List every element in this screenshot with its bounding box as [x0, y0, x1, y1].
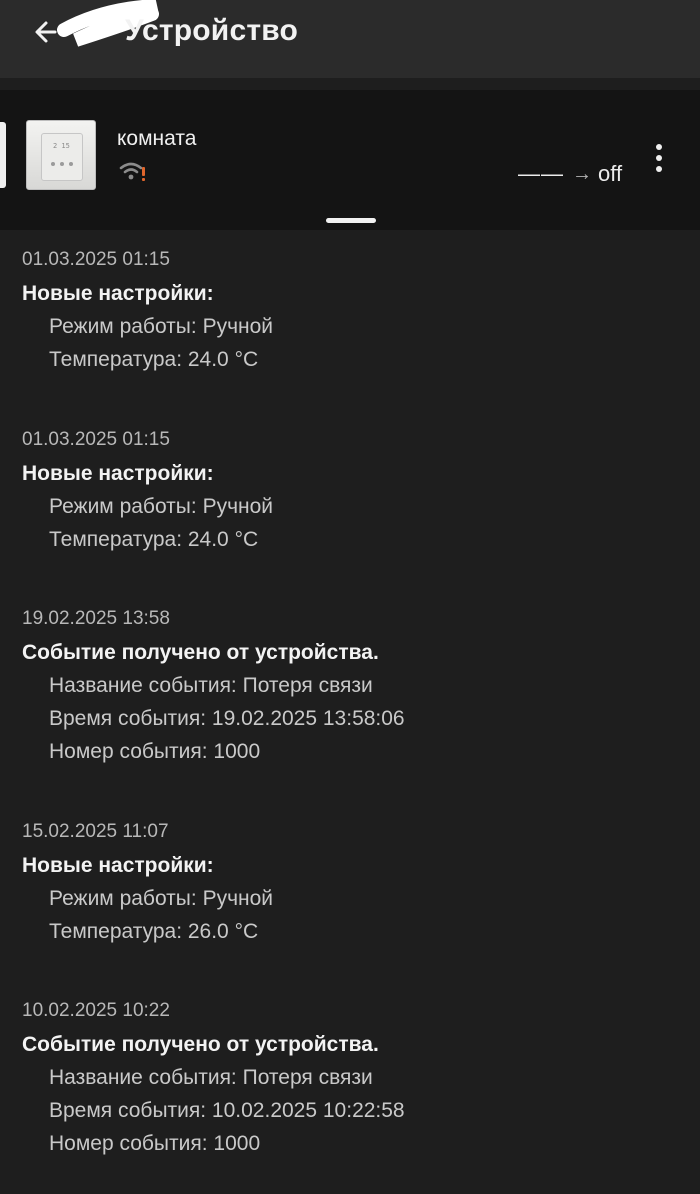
more-vert-icon — [656, 144, 662, 150]
device-status: —— → off — [518, 161, 622, 187]
event-detail: Температура: 24.0 °C — [49, 348, 259, 371]
status-current-value: —— — [518, 161, 564, 186]
event-timestamp: 19.02.2025 13:58 — [22, 608, 170, 629]
event-detail: Номер события: 1000 — [49, 1132, 261, 1155]
selection-indicator — [0, 122, 6, 188]
thermostat-face: 2 15 — [41, 133, 83, 181]
event-item: 01.03.2025 01:15 Новые настройки: Режим … — [22, 428, 682, 556]
event-timestamp: 15.02.2025 11:07 — [22, 821, 169, 842]
event-heading: Новые настройки: — [22, 462, 214, 485]
page-title: Устройство — [125, 14, 298, 47]
event-detail: Время события: 10.02.2025 10:22:58 — [49, 1099, 405, 1122]
event-item: 15.02.2025 11:07 Новые настройки: Режим … — [22, 820, 682, 948]
event-item: 19.02.2025 13:58 Событие получено от уст… — [22, 607, 682, 768]
event-heading: Новые настройки: — [22, 854, 214, 877]
app-bar: Устройство — [0, 0, 700, 78]
device-thumbnail: 2 15 — [26, 120, 96, 190]
event-heading: Событие получено от устройства. — [22, 641, 379, 664]
status-target-value: off — [598, 161, 623, 186]
event-detail: Название события: Потеря связи — [49, 1066, 373, 1089]
event-detail: Режим работы: Ручной — [49, 315, 274, 338]
event-timestamp: 01.03.2025 01:15 — [22, 249, 170, 270]
event-timestamp: 10.02.2025 10:22 — [22, 1000, 170, 1021]
event-timestamp: 01.03.2025 01:15 — [22, 429, 170, 450]
drag-handle[interactable] — [326, 218, 376, 223]
event-item: 01.03.2025 01:15 Новые настройки: Режим … — [22, 248, 682, 376]
event-heading: Новые настройки: — [22, 282, 214, 305]
event-detail: Температура: 24.0 °C — [49, 528, 259, 551]
event-detail: Режим работы: Ручной — [49, 495, 274, 518]
wifi-warning-icon — [119, 162, 145, 181]
arrow-right-icon: → — [572, 162, 592, 185]
event-heading: Событие получено от устройства. — [22, 1033, 379, 1056]
event-item: 10.02.2025 10:22 Событие получено от уст… — [22, 999, 682, 1160]
event-detail: Название события: Потеря связи — [49, 674, 373, 697]
thermostat-display: 2 15 — [53, 142, 70, 150]
event-detail: Режим работы: Ручной — [49, 887, 274, 910]
event-detail: Номер события: 1000 — [49, 740, 261, 763]
event-detail: Температура: 26.0 °C — [49, 920, 259, 943]
device-name: комната — [117, 127, 197, 150]
event-detail: Время события: 19.02.2025 13:58:06 — [49, 707, 405, 730]
more-options-button[interactable] — [646, 138, 672, 178]
device-card[interactable] — [0, 90, 700, 230]
thermostat-buttons — [51, 162, 73, 166]
